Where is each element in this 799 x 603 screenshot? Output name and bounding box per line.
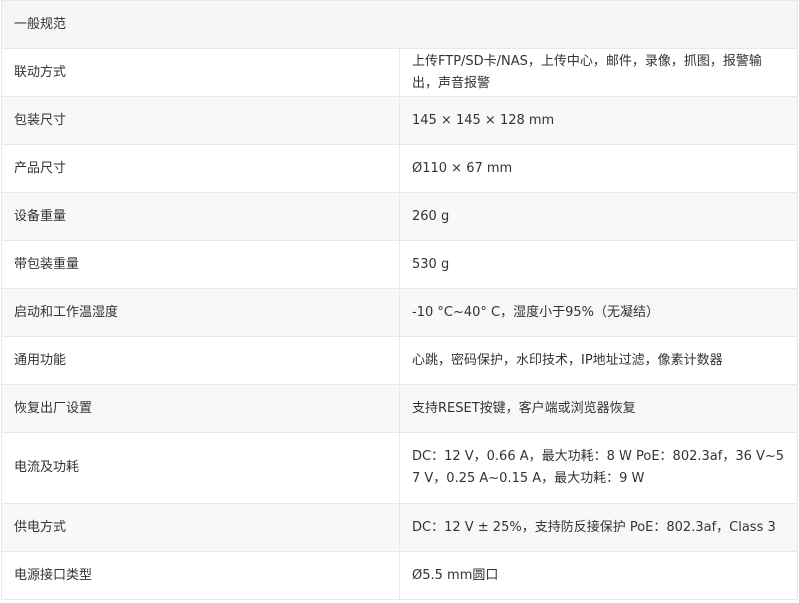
row-value: 530 g xyxy=(399,240,798,289)
table-row: 带包装重量 530 g xyxy=(1,240,798,289)
row-value: DC：12 V ± 25%，支持防反接保护 PoE：802.3af，Class … xyxy=(399,503,798,552)
row-value: DC：12 V，0.66 A，最大功耗：8 W PoE：802.3af，36 V… xyxy=(399,432,798,504)
row-label: 电流及功耗 xyxy=(1,432,400,504)
table-row: 恢复出厂设置 支持RESET按键，客户端或浏览器恢复 xyxy=(1,384,798,433)
row-label: 供电方式 xyxy=(1,503,400,552)
table-row: 包装尺寸 145 × 145 × 128 mm xyxy=(1,96,798,145)
row-label: 联动方式 xyxy=(1,48,400,97)
table-row: 设备重量 260 g xyxy=(1,192,798,241)
row-value: 心跳，密码保护，水印技术，IP地址过滤，像素计数器 xyxy=(399,336,798,385)
row-label: 包装尺寸 xyxy=(1,96,400,145)
table-row: 通用功能 心跳，密码保护，水印技术，IP地址过滤，像素计数器 xyxy=(1,336,798,385)
row-label: 通用功能 xyxy=(1,336,400,385)
row-label: 启动和工作温湿度 xyxy=(1,288,400,337)
spec-table: 一般规范 联动方式 上传FTP/SD卡/NAS，上传中心，邮件，录像，抓图，报警… xyxy=(1,0,798,600)
row-value: 上传FTP/SD卡/NAS，上传中心，邮件，录像，抓图，报警输出，声音报警 xyxy=(399,48,798,97)
row-label: 设备重量 xyxy=(1,192,400,241)
table-row: 联动方式 上传FTP/SD卡/NAS，上传中心，邮件，录像，抓图，报警输出，声音… xyxy=(1,48,798,97)
row-label: 恢复出厂设置 xyxy=(1,384,400,433)
table-row: 启动和工作温湿度 -10 °C~40° C，湿度小于95%（无凝结） xyxy=(1,288,798,337)
row-label: 电源接口类型 xyxy=(1,551,400,600)
row-value: 支持RESET按键，客户端或浏览器恢复 xyxy=(399,384,798,433)
row-value: -10 °C~40° C，湿度小于95%（无凝结） xyxy=(399,288,798,337)
row-value: 145 × 145 × 128 mm xyxy=(399,96,798,145)
section-title: 一般规范 xyxy=(1,0,798,49)
table-row: 供电方式 DC：12 V ± 25%，支持防反接保护 PoE：802.3af，C… xyxy=(1,503,798,552)
table-row: 电源接口类型 Ø5.5 mm圆口 xyxy=(1,551,798,600)
row-value: 260 g xyxy=(399,192,798,241)
row-value: Ø5.5 mm圆口 xyxy=(399,551,798,600)
table-row: 产品尺寸 Ø110 × 67 mm xyxy=(1,144,798,193)
row-label: 带包装重量 xyxy=(1,240,400,289)
row-label: 产品尺寸 xyxy=(1,144,400,193)
table-row: 电流及功耗 DC：12 V，0.66 A，最大功耗：8 W PoE：802.3a… xyxy=(1,432,798,504)
section-header-row: 一般规范 xyxy=(1,0,798,49)
row-value: Ø110 × 67 mm xyxy=(399,144,798,193)
